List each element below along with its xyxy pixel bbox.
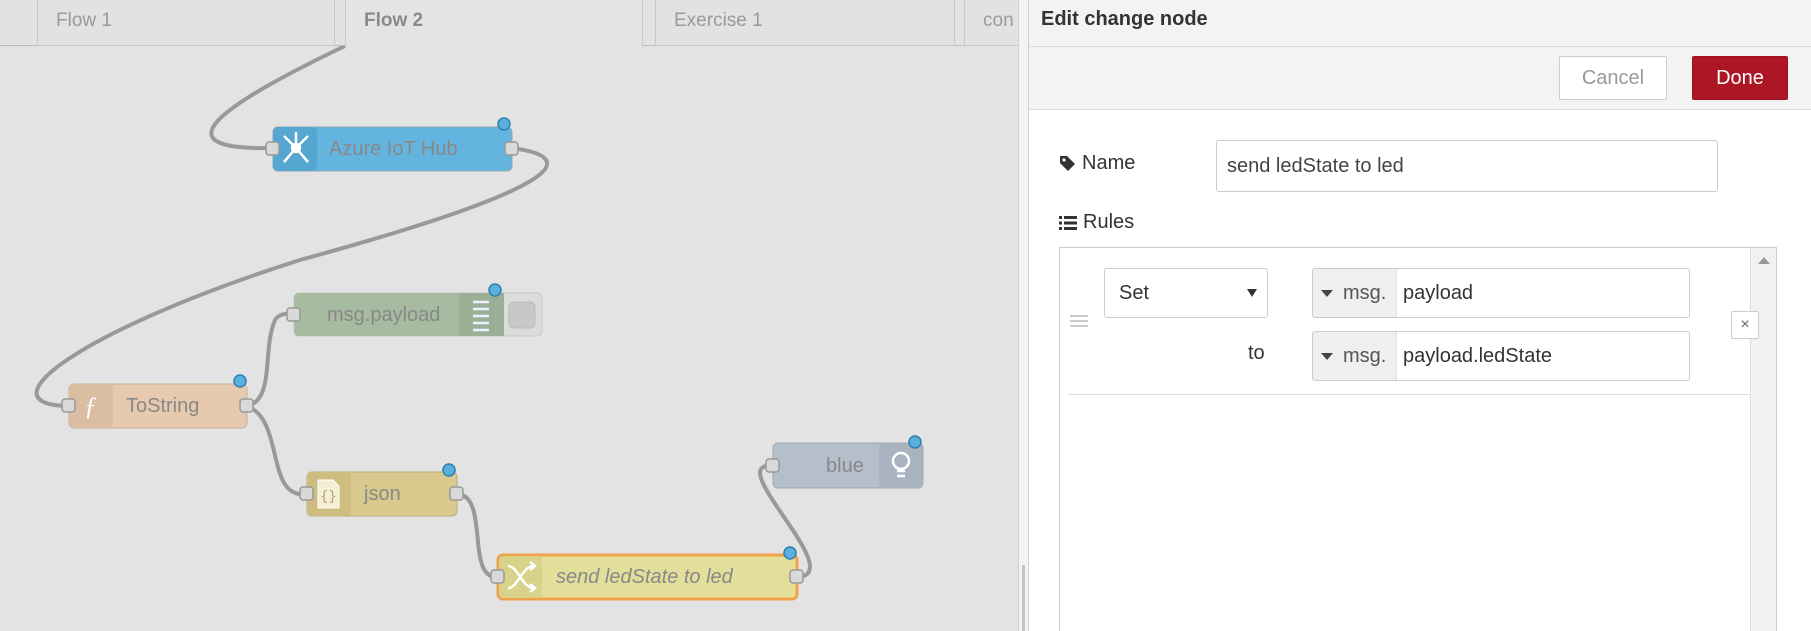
changed-indicator bbox=[497, 117, 511, 131]
port-in[interactable] bbox=[490, 569, 505, 584]
tab-flow-2[interactable]: Flow 2 bbox=[345, 0, 643, 47]
target-type-button[interactable]: msg. bbox=[1313, 269, 1397, 317]
rule-action-select[interactable]: Set bbox=[1104, 268, 1268, 318]
source-value[interactable]: payload.ledState bbox=[1397, 345, 1552, 368]
tag-icon bbox=[1060, 156, 1075, 171]
changed-indicator bbox=[783, 546, 797, 560]
divider bbox=[1029, 46, 1811, 47]
rules-list: Set msg. payload to msg. payload.ledStat… bbox=[1059, 247, 1777, 631]
target-type-label: msg. bbox=[1343, 281, 1387, 304]
tab-con[interactable]: con bbox=[964, 0, 1018, 46]
changed-indicator bbox=[488, 283, 502, 297]
rule-delete-button[interactable]: × bbox=[1731, 311, 1759, 339]
rule-source-input[interactable]: msg. payload.ledState bbox=[1312, 331, 1690, 381]
caret-down-icon bbox=[1247, 289, 1257, 297]
node-label-tostring: ToString bbox=[126, 395, 199, 417]
node-blue[interactable]: blue bbox=[765, 435, 924, 489]
node-azure-iot-hub[interactable]: Azure IoT Hub bbox=[265, 117, 519, 172]
port-out[interactable] bbox=[449, 486, 464, 501]
edit-tray: Edit change node Cancel Done Name send l… bbox=[1029, 0, 1811, 631]
tab-label: con bbox=[983, 10, 1014, 31]
cancel-button[interactable]: Cancel bbox=[1559, 56, 1667, 100]
tray-header: Edit change node Cancel Done bbox=[1029, 0, 1811, 110]
flow-canvas[interactable]: Azure IoT Hub msg.payload ƒ ToString {} … bbox=[0, 0, 1018, 631]
changed-indicator bbox=[442, 463, 456, 477]
json-icon: {} bbox=[317, 479, 340, 509]
source-type-button[interactable]: msg. bbox=[1313, 332, 1397, 380]
workspace[interactable]: Azure IoT Hub msg.payload ƒ ToString {} … bbox=[0, 0, 1018, 631]
node-label-change: send ledState to led bbox=[556, 566, 734, 588]
wire-tostring-debug bbox=[246, 311, 295, 408]
tab-flow-1[interactable]: Flow 1 bbox=[37, 0, 335, 46]
rule-target-input[interactable]: msg. payload bbox=[1312, 268, 1690, 318]
tray-title: Edit change node bbox=[1041, 8, 1208, 30]
port-in[interactable] bbox=[286, 307, 301, 322]
workspace-tabs: Flow 1 Flow 2 Exercise 1 con bbox=[0, 0, 1018, 47]
rules-scrollbar[interactable] bbox=[1750, 248, 1776, 631]
close-icon: × bbox=[1740, 316, 1750, 333]
wire-tostring-json bbox=[246, 404, 308, 497]
tab-exercise-1[interactable]: Exercise 1 bbox=[655, 0, 955, 46]
port-out[interactable] bbox=[239, 398, 254, 413]
rules-label-text: Rules bbox=[1083, 211, 1135, 233]
name-label-text: Name bbox=[1082, 152, 1136, 174]
wire-azure-tostring bbox=[34, 146, 549, 408]
tab-label: Flow 2 bbox=[364, 10, 424, 31]
caret-down-icon bbox=[1321, 352, 1333, 360]
node-label-blue: blue bbox=[826, 455, 864, 477]
port-in[interactable] bbox=[61, 398, 76, 413]
scroll-up-icon[interactable] bbox=[1758, 257, 1770, 264]
tab-label: Exercise 1 bbox=[674, 10, 763, 31]
node-function-tostring[interactable]: ƒ ToString bbox=[61, 374, 254, 429]
splitter-grip[interactable] bbox=[1022, 565, 1025, 631]
name-label: Name bbox=[1059, 152, 1135, 175]
rule-to-label: to bbox=[1248, 342, 1265, 364]
node-change-send-ledstate[interactable]: send ledState to led bbox=[490, 546, 804, 601]
function-icon: ƒ bbox=[84, 392, 97, 421]
port-out[interactable] bbox=[789, 569, 804, 584]
target-value[interactable]: payload bbox=[1397, 282, 1473, 305]
debug-toggle-button[interactable] bbox=[508, 301, 536, 329]
changed-indicator bbox=[233, 374, 247, 388]
port-in[interactable] bbox=[765, 458, 780, 473]
node-json[interactable]: {} json bbox=[299, 463, 464, 517]
port-in[interactable] bbox=[265, 141, 280, 156]
node-debug-msg-payload[interactable]: msg.payload bbox=[286, 283, 543, 337]
changed-indicator bbox=[908, 435, 922, 449]
workspace-splitter[interactable] bbox=[1018, 0, 1029, 631]
tab-label: Flow 1 bbox=[56, 10, 112, 31]
node-label-azure: Azure IoT Hub bbox=[329, 138, 458, 160]
port-in[interactable] bbox=[299, 486, 314, 501]
rule-row: Set msg. payload to msg. payload.ledStat… bbox=[1068, 248, 1759, 395]
port-out[interactable] bbox=[504, 141, 519, 156]
caret-down-icon bbox=[1321, 289, 1333, 297]
rules-label: Rules bbox=[1059, 211, 1134, 234]
list-icon bbox=[1059, 215, 1077, 230]
done-button[interactable]: Done bbox=[1692, 56, 1788, 100]
name-input[interactable]: send ledState to led bbox=[1216, 140, 1718, 192]
node-label-debug: msg.payload bbox=[327, 304, 440, 326]
wire-json-change bbox=[456, 492, 499, 580]
drag-handle-icon[interactable] bbox=[1070, 315, 1088, 330]
node-label-json: json bbox=[363, 483, 401, 505]
svg-text:{}: {} bbox=[320, 489, 337, 505]
rule-action-value: Set bbox=[1119, 281, 1150, 304]
source-type-label: msg. bbox=[1343, 344, 1387, 367]
